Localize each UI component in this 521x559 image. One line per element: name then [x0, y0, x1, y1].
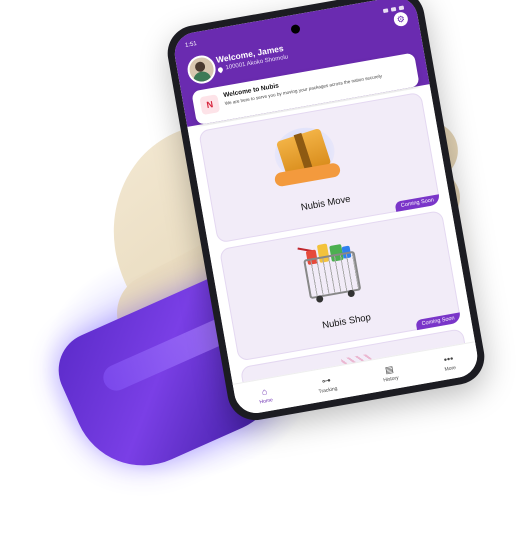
- tab-label: More: [444, 364, 457, 373]
- cart-wheel: [315, 294, 324, 304]
- more-icon: •••: [442, 352, 454, 365]
- settings-button[interactable]: ⚙: [392, 11, 409, 28]
- tab-label: Home: [259, 396, 274, 405]
- home-icon: ⌂: [260, 385, 268, 397]
- coming-soon-badge: Coming Soon: [415, 312, 462, 331]
- battery-icon: [398, 5, 405, 11]
- services-list: Nubis Move Coming Soon Nubis Shop Coming…: [187, 86, 476, 387]
- tab-home[interactable]: ⌂ Home: [257, 386, 273, 405]
- coming-soon-badge: Coming Soon: [394, 194, 441, 212]
- status-time: 1:51: [184, 41, 198, 49]
- tab-more[interactable]: ••• More: [442, 352, 457, 373]
- gear-icon: ⚙: [396, 13, 406, 25]
- tab-label: Tracking: [318, 385, 338, 395]
- cart-wheel: [347, 289, 356, 298]
- tracking-icon: ⊶: [320, 374, 332, 386]
- tab-tracking[interactable]: ⊶ Tracking: [316, 374, 338, 395]
- location-pin-icon: [216, 65, 224, 73]
- tab-history[interactable]: ▤ History: [381, 363, 400, 384]
- history-icon: ▤: [384, 363, 395, 375]
- nubis-logo-icon: N: [199, 94, 221, 116]
- wifi-icon: [390, 6, 397, 12]
- signal-icon: [382, 8, 389, 14]
- tab-label: History: [382, 374, 400, 384]
- avatar[interactable]: [185, 53, 218, 86]
